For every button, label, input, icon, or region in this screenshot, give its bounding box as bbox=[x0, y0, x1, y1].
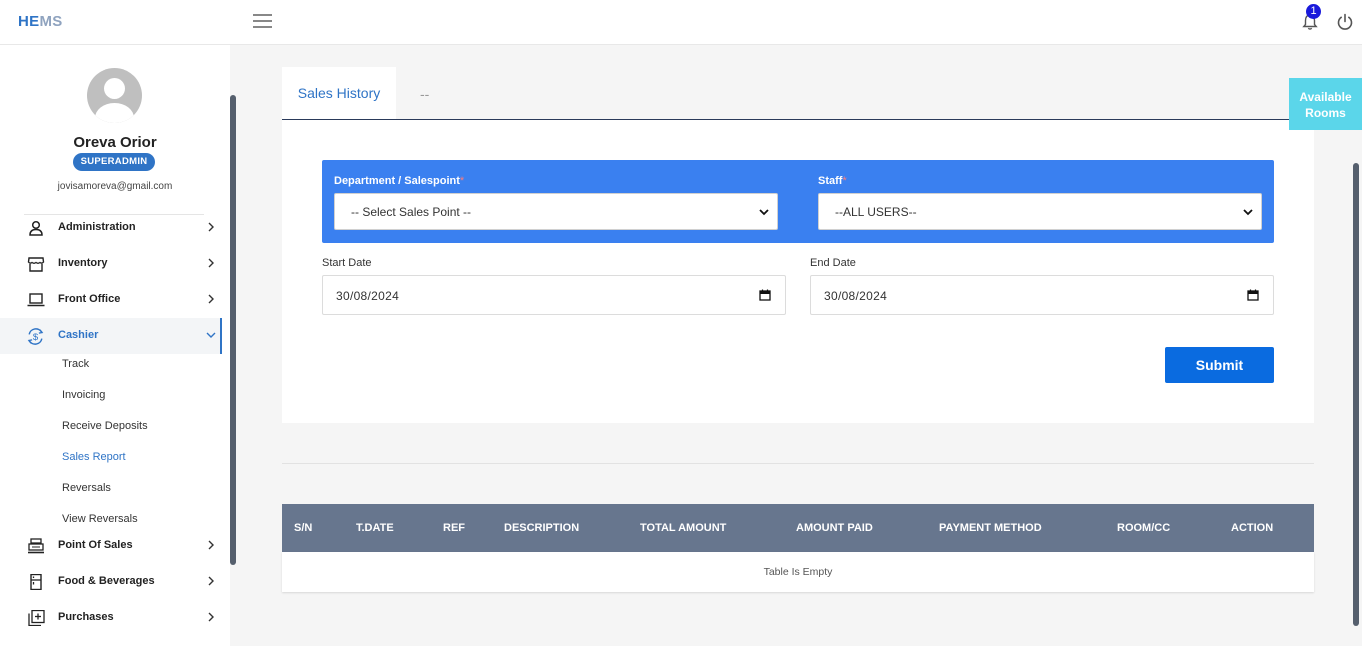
sidebar-item-point-of-sales[interactable]: Point Of Sales bbox=[0, 528, 222, 564]
fridge-icon bbox=[30, 574, 42, 590]
table-body: Table Is Empty bbox=[282, 552, 1314, 592]
main-scrollbar[interactable] bbox=[1353, 163, 1359, 626]
top-bar: HEMS 1 bbox=[0, 0, 1362, 45]
column-header[interactable]: TOTAL AMOUNT bbox=[640, 522, 726, 534]
user-email: jovisamoreva@gmail.com bbox=[57, 181, 173, 192]
chevron-right-icon bbox=[208, 540, 214, 550]
user-name: Oreva Orior bbox=[73, 134, 157, 151]
sidebar-scrollbar[interactable] bbox=[230, 95, 236, 565]
power-icon[interactable] bbox=[1336, 13, 1354, 31]
column-header[interactable]: S/N bbox=[294, 522, 312, 534]
table-header: S/N T.DATE REF DESCRIPTION TOTAL AMOUNT … bbox=[282, 504, 1314, 552]
staff-select[interactable]: --ALL USERS-- bbox=[818, 193, 1262, 230]
sidebar-subitem-receive-deposits[interactable]: Receive Deposits bbox=[62, 420, 148, 432]
department-label: Department / Salespoint* bbox=[334, 175, 465, 187]
sidebar-item-label: Purchases bbox=[58, 611, 114, 623]
available-rooms-button[interactable]: Available Rooms bbox=[1289, 78, 1362, 130]
sidebar-subitem-invoicing[interactable]: Invoicing bbox=[62, 389, 105, 401]
column-header[interactable]: T.DATE bbox=[356, 522, 394, 534]
menu-toggle-icon[interactable] bbox=[253, 14, 272, 28]
column-header[interactable]: ACTION bbox=[1231, 522, 1273, 534]
section-divider bbox=[282, 463, 1314, 464]
submit-button[interactable]: Submit bbox=[1165, 347, 1274, 383]
role-badge: SUPERADMIN bbox=[73, 153, 155, 171]
sidebar-item-label: Front Office bbox=[58, 293, 121, 305]
calendar-icon[interactable] bbox=[759, 289, 771, 301]
start-date-input[interactable]: 30/08/2024 bbox=[322, 275, 786, 315]
end-date-input[interactable]: 30/08/2024 bbox=[810, 275, 1274, 315]
sidebar-subitem-view-reversals[interactable]: View Reversals bbox=[62, 513, 138, 525]
sidebar-item-label: Point Of Sales bbox=[58, 539, 133, 551]
start-date-label: Start Date bbox=[322, 257, 372, 269]
sidebar-subitem-sales-report[interactable]: Sales Report bbox=[62, 451, 126, 463]
add-box-icon bbox=[28, 610, 45, 626]
sidebar-item-label: Cashier bbox=[58, 329, 99, 341]
chevron-down-icon bbox=[1243, 209, 1253, 216]
sidebar-subitem-track[interactable]: Track bbox=[62, 358, 89, 370]
chevron-down-icon bbox=[206, 332, 216, 338]
tab-bar: Sales History -- bbox=[282, 67, 1314, 120]
sidebar-item-purchases[interactable]: Purchases bbox=[0, 600, 222, 636]
sidebar-item-label: Inventory bbox=[58, 257, 108, 269]
sidebar-item-front-office[interactable]: Front Office bbox=[0, 282, 222, 318]
tab-sales-history[interactable]: Sales History bbox=[282, 67, 396, 119]
required-mark: * bbox=[842, 175, 847, 187]
sidebar-item-food-beverages[interactable]: Food & Beverages bbox=[0, 564, 222, 600]
notification-badge: 1 bbox=[1306, 4, 1321, 19]
app-logo[interactable]: HEMS bbox=[18, 13, 63, 30]
staff-label: Staff* bbox=[818, 175, 847, 187]
tab-placeholder[interactable]: -- bbox=[420, 67, 450, 119]
avatar[interactable] bbox=[87, 68, 142, 123]
chevron-right-icon bbox=[208, 576, 214, 586]
sidebar: Oreva Orior SUPERADMIN jovisamoreva@gmai… bbox=[0, 45, 230, 646]
filter-card: Department / Salespoint* -- Select Sales… bbox=[282, 120, 1314, 423]
column-header[interactable]: REF bbox=[443, 522, 465, 534]
column-header[interactable]: PAYMENT METHOD bbox=[939, 522, 1042, 534]
calendar-icon[interactable] bbox=[1247, 289, 1259, 301]
sidebar-item-label: Administration bbox=[58, 221, 136, 233]
currency-exchange-icon: $ bbox=[27, 328, 44, 345]
svg-text:$: $ bbox=[33, 332, 39, 343]
chevron-right-icon bbox=[208, 222, 214, 232]
sidebar-subitem-reversals[interactable]: Reversals bbox=[62, 482, 111, 494]
required-mark: * bbox=[459, 175, 465, 187]
sidebar-item-administration[interactable]: Administration bbox=[0, 210, 222, 246]
cash-register-icon bbox=[28, 538, 44, 554]
column-header[interactable]: DESCRIPTION bbox=[504, 522, 579, 534]
filter-panel: Department / Salespoint* -- Select Sales… bbox=[322, 160, 1274, 243]
store-icon bbox=[27, 257, 45, 272]
column-header[interactable]: AMOUNT PAID bbox=[796, 522, 873, 534]
column-header[interactable]: ROOM/CC bbox=[1117, 522, 1170, 534]
sidebar-item-cashier[interactable]: $ Cashier bbox=[0, 318, 222, 354]
empty-table-message: Table Is Empty bbox=[763, 566, 833, 578]
user-icon bbox=[29, 220, 43, 236]
end-date-label: End Date bbox=[810, 257, 856, 269]
chevron-right-icon bbox=[208, 294, 214, 304]
chevron-right-icon bbox=[208, 612, 214, 622]
sidebar-item-inventory[interactable]: Inventory bbox=[0, 246, 222, 282]
chevron-down-icon bbox=[759, 209, 769, 216]
sidebar-item-label: Food & Beverages bbox=[58, 575, 155, 587]
department-select[interactable]: -- Select Sales Point -- bbox=[334, 193, 778, 230]
laptop-icon bbox=[27, 293, 45, 307]
chevron-right-icon bbox=[208, 258, 214, 268]
